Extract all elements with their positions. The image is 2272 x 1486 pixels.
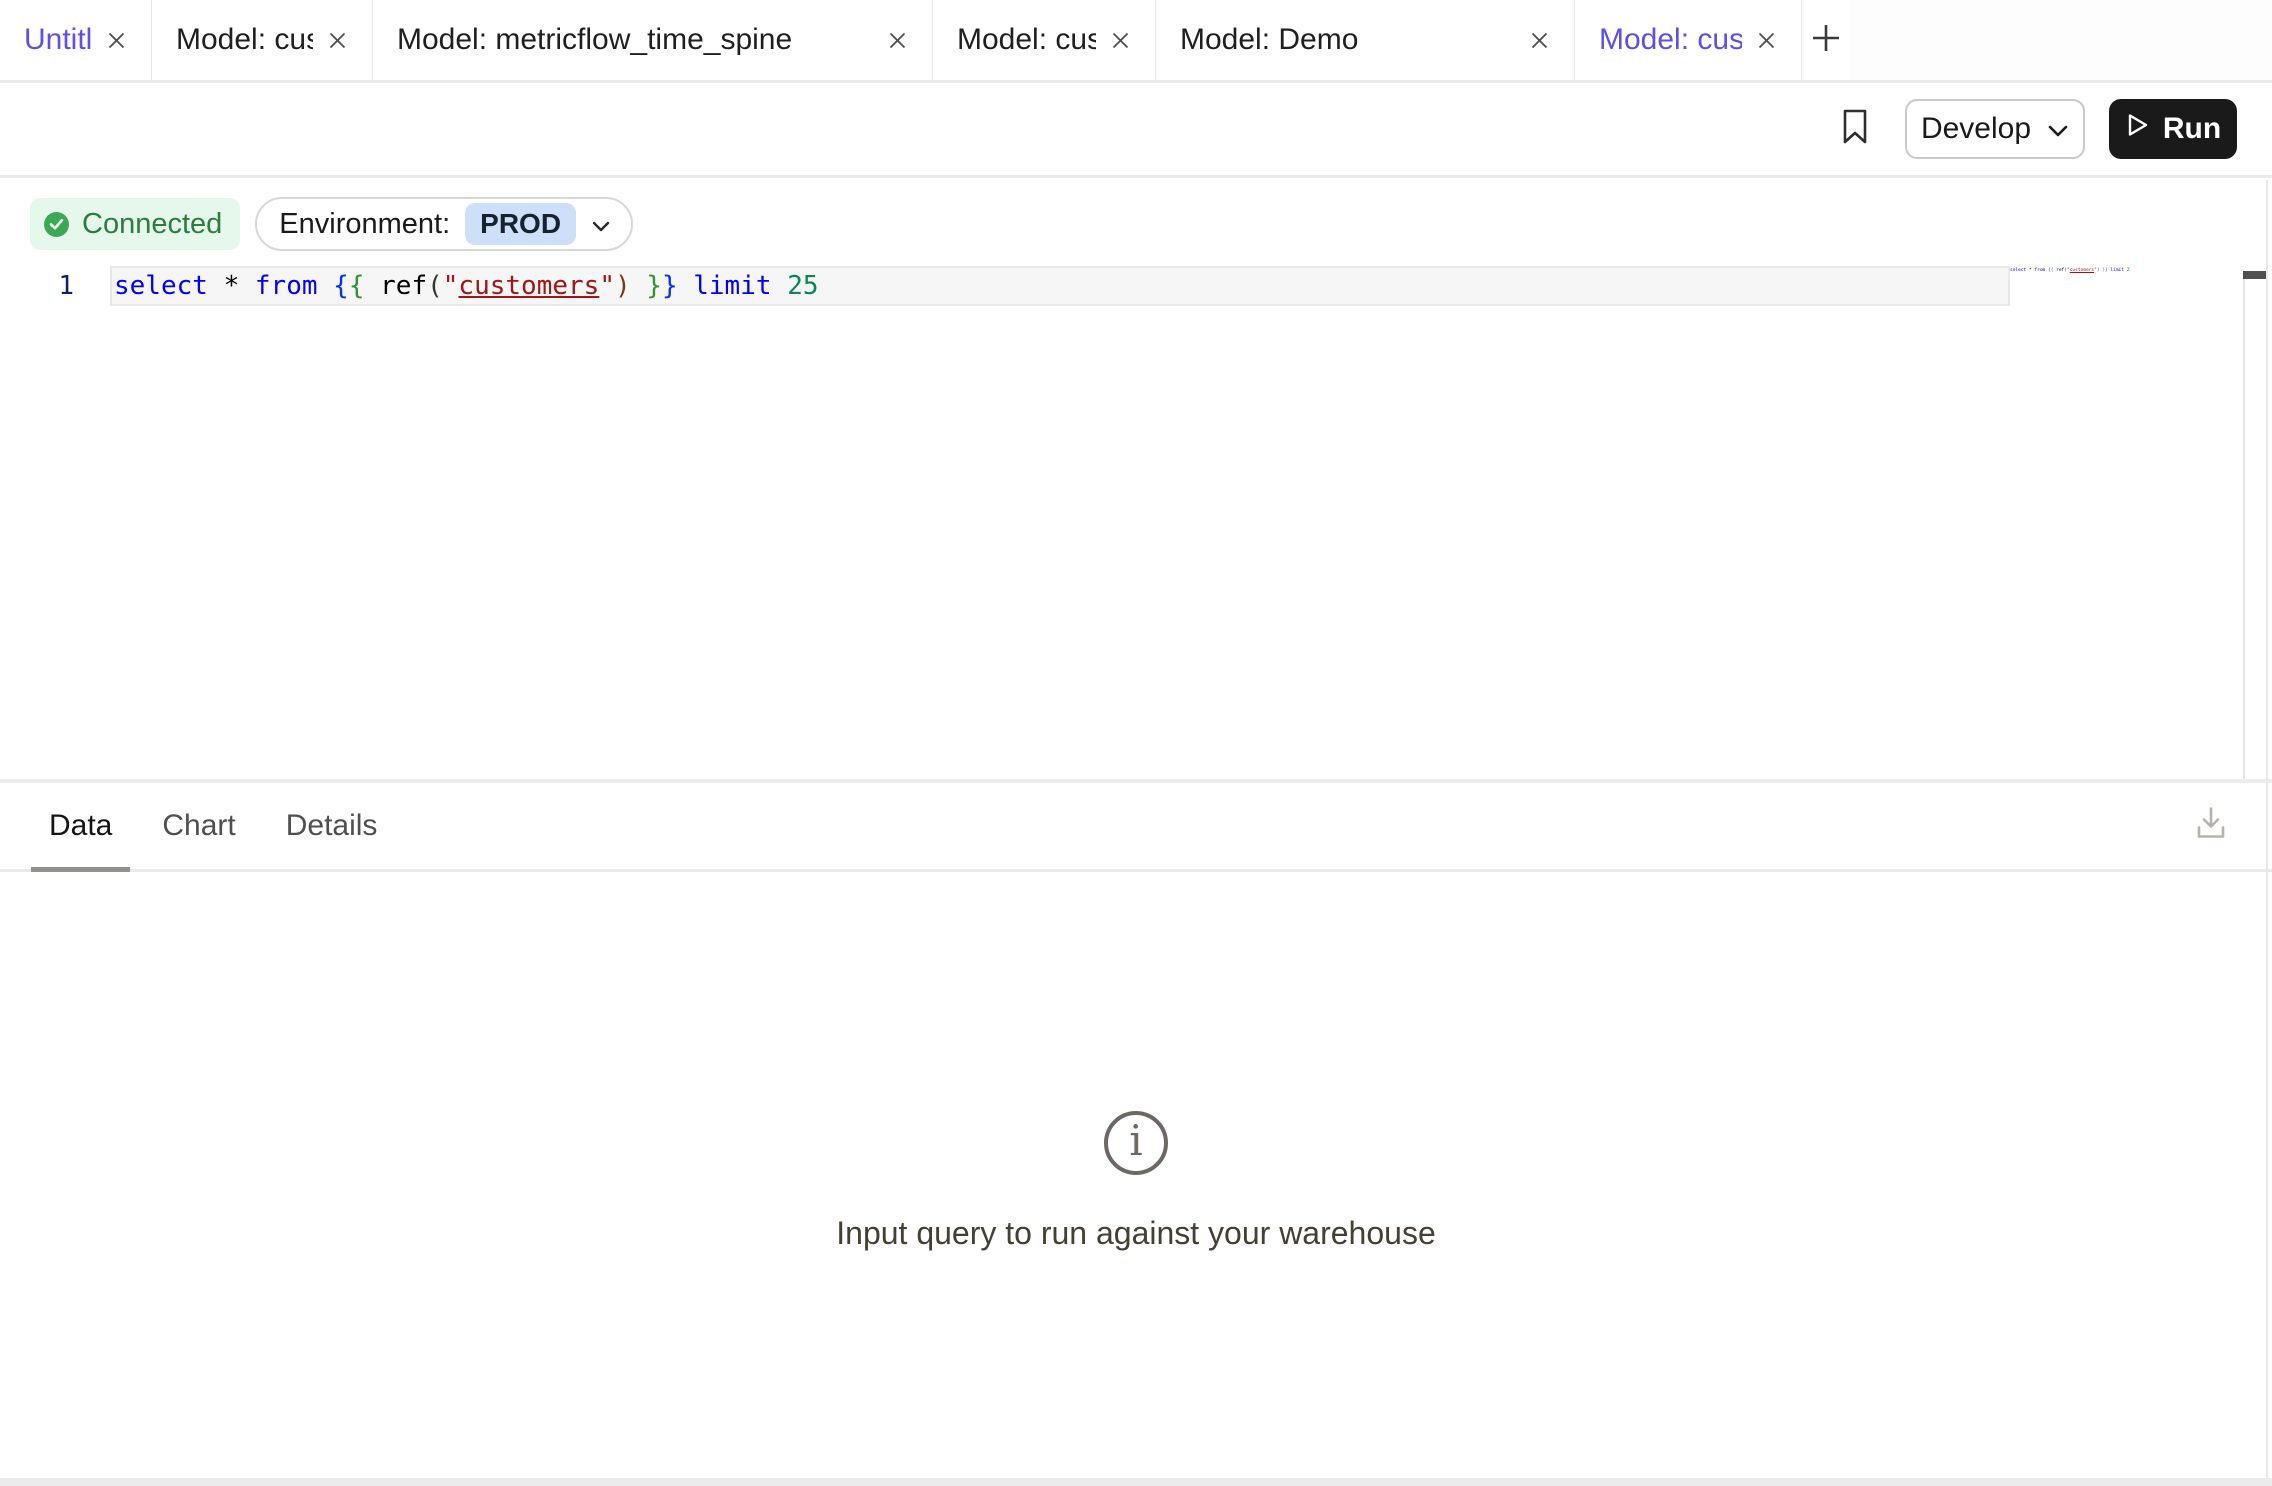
tab-label: Model: customers: [1599, 23, 1742, 57]
ide-window: Untitled 1 Model: customers Model: metri…: [0, 0, 2272, 1486]
close-icon[interactable]: [1529, 30, 1550, 51]
tab-model-demo[interactable]: Model: Demo: [1156, 0, 1575, 80]
chevron-down-icon: [2047, 112, 2069, 146]
results-tab-bar: Data Chart Details: [0, 783, 2272, 872]
new-tab-button[interactable]: [1802, 0, 1850, 80]
tab-label: Chart: [162, 809, 235, 843]
tab-model-customers-1[interactable]: Model: customers: [152, 0, 373, 80]
editor-scrollbar-track[interactable]: [2243, 272, 2268, 779]
tab-model-metricflow-time-spine[interactable]: Model: metricflow_time_spine: [373, 0, 933, 80]
connection-status-label: Connected: [82, 208, 222, 241]
editor-toolbar: Develop Run: [0, 83, 2272, 178]
active-code-line[interactable]: select * from {{ ref("customers") }} lim…: [110, 266, 2010, 306]
tab-label: Model: Demo: [1180, 23, 1358, 57]
editor-tab-bar: Untitled 1 Model: customers Model: metri…: [0, 0, 2272, 83]
bookmark-button[interactable]: [1841, 108, 1869, 151]
download-results-button[interactable]: [2194, 805, 2228, 848]
tab-label: Details: [286, 809, 378, 843]
environment-label: Environment:: [279, 208, 450, 241]
active-tab-underline: [31, 867, 130, 872]
bookmark-icon: [1841, 108, 1869, 151]
tab-label: Model: customers: [957, 23, 1096, 57]
tab-label: Data: [49, 809, 112, 843]
editor-minimap: select * from {{ ref("customers") }} lim…: [2010, 266, 2130, 275]
plus-icon: [1810, 22, 1842, 59]
empty-state-message: Input query to run against your warehous…: [836, 1215, 1435, 1252]
results-panel: Data Chart Details i Input query to run …: [0, 783, 2272, 1486]
tab-model-customers-3[interactable]: Model: customers: [1575, 0, 1802, 80]
play-icon: [2125, 111, 2150, 147]
check-circle-icon: [44, 212, 69, 237]
develop-dropdown-button[interactable]: Develop: [1905, 99, 2085, 159]
tab-data[interactable]: Data: [31, 783, 130, 869]
info-icon: i: [1104, 1111, 1168, 1175]
sql-editor-pane: Connected Environment: PROD 1 select * f…: [0, 178, 2272, 779]
line-number: 1: [0, 266, 74, 306]
chevron-down-icon: [591, 208, 611, 241]
tab-details[interactable]: Details: [268, 783, 396, 869]
close-icon[interactable]: [327, 30, 348, 51]
connection-status-row: Connected Environment: PROD: [0, 178, 2272, 251]
right-edge-border: [2266, 180, 2268, 1478]
tab-label: Model: customers: [176, 23, 313, 57]
environment-dropdown[interactable]: Environment: PROD: [255, 197, 633, 251]
run-button[interactable]: Run: [2109, 99, 2237, 159]
download-icon: [2194, 805, 2228, 848]
run-label: Run: [2163, 112, 2221, 146]
tab-bar-filler: [1850, 0, 2272, 80]
close-icon[interactable]: [1756, 30, 1777, 51]
develop-label: Develop: [1921, 112, 2031, 146]
bottom-edge-border: [0, 1478, 2272, 1486]
close-icon[interactable]: [1110, 30, 1131, 51]
tab-label: Model: metricflow_time_spine: [397, 23, 792, 57]
close-icon[interactable]: [887, 30, 908, 51]
tab-label: Untitled 1: [24, 23, 92, 57]
tab-untitled-1[interactable]: Untitled 1: [0, 0, 152, 80]
environment-value-chip: PROD: [465, 203, 576, 245]
tab-chart[interactable]: Chart: [144, 783, 253, 869]
connection-status-badge: Connected: [30, 198, 240, 250]
close-icon[interactable]: [106, 30, 127, 51]
sql-code[interactable]: select * from {{ ref("customers") }} lim…: [112, 268, 819, 304]
editor-scrollbar-thumb[interactable]: [2243, 271, 2268, 279]
results-empty-state: i Input query to run against your wareho…: [0, 1111, 2272, 1252]
tab-model-customers-2[interactable]: Model: customers: [933, 0, 1156, 80]
code-line-row: 1 select * from {{ ref("customers") }} l…: [0, 266, 2272, 306]
